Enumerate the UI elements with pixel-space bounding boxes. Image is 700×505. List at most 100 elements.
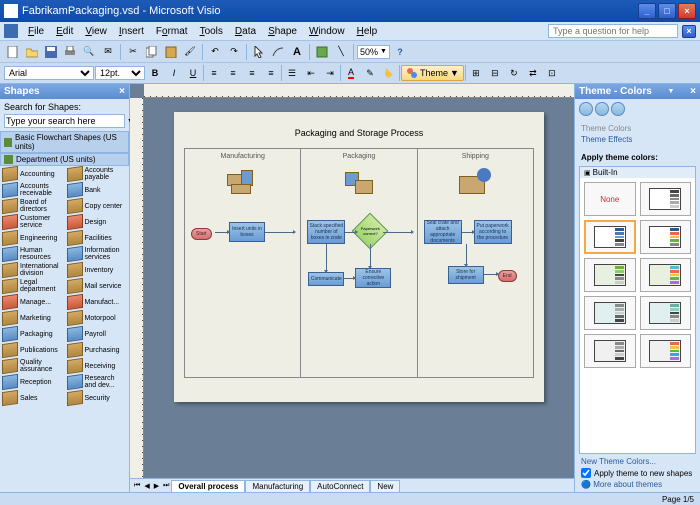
indent-less-icon[interactable]: ⇤ — [302, 64, 320, 82]
tab-first-icon[interactable]: ⏮ — [132, 482, 142, 490]
tab-last-icon[interactable]: ⏭ — [161, 482, 171, 490]
shape-master[interactable]: International division — [0, 262, 65, 278]
justify-icon[interactable]: ≡ — [262, 64, 280, 82]
shape-master[interactable]: Manufact... — [65, 294, 130, 310]
theme-swatch[interactable] — [640, 334, 692, 368]
menu-shape[interactable]: Shape — [262, 24, 303, 39]
new-theme-colors-link[interactable]: New Theme Colors... — [581, 457, 694, 466]
stencil-basic[interactable]: Basic Flowchart Shapes (US units) — [0, 131, 129, 153]
undo-icon[interactable]: ↶ — [206, 43, 224, 61]
theme-swatch[interactable] — [640, 296, 692, 330]
preview-icon[interactable]: 🔍 — [80, 43, 98, 61]
shape-master[interactable]: Manage... — [0, 294, 65, 310]
cut-icon[interactable]: ✂ — [124, 43, 142, 61]
shape-master[interactable]: Inventory — [65, 262, 130, 278]
shape-search-input[interactable] — [4, 114, 125, 128]
shape-master[interactable]: Purchasing — [65, 342, 130, 358]
shape-master[interactable]: Engineering — [0, 230, 65, 246]
theme-swatch[interactable] — [584, 334, 636, 368]
menu-format[interactable]: Format — [150, 24, 194, 39]
theme-fwd-icon[interactable] — [595, 102, 609, 116]
shapes-icon[interactable] — [313, 43, 331, 61]
drawing-page[interactable]: Packaging and Storage Process Manufactur… — [174, 112, 544, 402]
shape-master[interactable]: Reception — [0, 374, 65, 390]
menu-edit[interactable]: Edit — [50, 24, 79, 39]
shape-master[interactable]: Motorpool — [65, 310, 130, 326]
theme-swatch[interactable] — [640, 258, 692, 292]
theme-button[interactable]: Theme▼ — [401, 65, 464, 81]
minimize-button[interactable]: _ — [638, 3, 656, 19]
menu-window[interactable]: Window — [303, 24, 351, 39]
theme-swatch[interactable] — [640, 182, 692, 216]
shape-master[interactable]: Receiving — [65, 358, 130, 374]
process-box[interactable]: Stack specified number of boxes in crate — [307, 220, 345, 244]
theme-panel-close-icon[interactable]: × — [690, 86, 696, 97]
shape-master[interactable]: Publications — [0, 342, 65, 358]
menu-view[interactable]: View — [79, 24, 113, 39]
save-icon[interactable] — [42, 43, 60, 61]
line-color-icon[interactable]: ✎ — [361, 64, 379, 82]
process-box[interactable]: Put paperwork according to the procedure — [474, 220, 512, 244]
shape-master[interactable]: Research and dev... — [65, 374, 130, 390]
format-painter-icon[interactable]: 🖌 — [181, 43, 199, 61]
theme-swatch[interactable] — [584, 220, 636, 254]
shape-master[interactable]: Packaging — [0, 326, 65, 342]
shape-master[interactable]: Legal department — [0, 278, 65, 294]
indent-more-icon[interactable]: ⇥ — [321, 64, 339, 82]
maximize-button[interactable]: □ — [658, 3, 676, 19]
shape-master[interactable]: Accounts receivable — [0, 182, 65, 198]
shape-master[interactable]: Bank — [65, 182, 130, 198]
tab-new[interactable]: New — [370, 480, 400, 492]
align-center-icon[interactable]: ≡ — [224, 64, 242, 82]
paste-icon[interactable] — [162, 43, 180, 61]
more-themes-link[interactable]: 🔵 More about themes — [581, 480, 694, 489]
text-icon[interactable]: A — [288, 43, 306, 61]
menu-file[interactable]: File — [22, 24, 50, 39]
process-box[interactable]: Seal crate and attach appropriate docume… — [424, 220, 462, 244]
shape-master[interactable]: Accounts payable — [65, 166, 130, 182]
pointer-icon[interactable] — [250, 43, 268, 61]
email-icon[interactable]: ✉ — [99, 43, 117, 61]
redo-icon[interactable]: ↷ — [225, 43, 243, 61]
shape-master[interactable]: Information services — [65, 246, 130, 262]
menu-help[interactable]: Help — [351, 24, 548, 39]
tab-autoconnect[interactable]: AutoConnect — [310, 480, 370, 492]
decision-diamond[interactable]: Paperwork correct? — [357, 218, 383, 244]
shape-master[interactable]: Sales — [0, 390, 65, 406]
open-icon[interactable] — [23, 43, 41, 61]
font-color-icon[interactable]: A — [342, 64, 360, 82]
fill-color-icon[interactable] — [380, 64, 398, 82]
line-icon[interactable]: ╲ — [332, 43, 350, 61]
align-left-icon[interactable]: ≡ — [205, 64, 223, 82]
shape-master[interactable]: Copy center — [65, 198, 130, 214]
theme-dropdown-icon[interactable]: ▼ — [668, 88, 675, 95]
theme-swatch[interactable] — [640, 220, 692, 254]
theme-swatch[interactable] — [584, 296, 636, 330]
tab-manufacturing[interactable]: Manufacturing — [245, 480, 310, 492]
align-right-icon[interactable]: ≡ — [243, 64, 261, 82]
doc-close-button[interactable]: × — [682, 25, 696, 38]
underline-icon[interactable]: U — [184, 64, 202, 82]
shape-master[interactable]: Payroll — [65, 326, 130, 342]
process-box[interactable]: Ensure corrective action — [355, 268, 391, 288]
theme-back-icon[interactable] — [579, 102, 593, 116]
tab-overall[interactable]: Overall process — [171, 480, 245, 492]
tab-prev-icon[interactable]: ◀ — [142, 482, 151, 490]
canvas[interactable]: Packaging and Storage Process Manufactur… — [130, 98, 574, 478]
zoom-combo[interactable]: 50%▼ — [357, 45, 390, 59]
help-search-input[interactable] — [548, 24, 678, 38]
start-terminator[interactable]: Start — [191, 228, 212, 240]
close-button[interactable]: × — [678, 3, 696, 19]
print-icon[interactable] — [61, 43, 79, 61]
new-icon[interactable] — [4, 43, 22, 61]
stencil-department[interactable]: Department (US units) — [0, 153, 129, 166]
menu-data[interactable]: Data — [229, 24, 262, 39]
apply-to-new-checkbox[interactable]: Apply theme to new shapes — [581, 468, 694, 478]
align-shapes-icon[interactable]: ⊞ — [467, 64, 485, 82]
rotate-icon[interactable]: ↻ — [505, 64, 523, 82]
shape-master[interactable]: Human resources — [0, 246, 65, 262]
shape-master[interactable]: Mail service — [65, 278, 130, 294]
theme-effects-link[interactable]: Theme Effects — [581, 134, 694, 145]
tab-next-icon[interactable]: ▶ — [152, 482, 161, 490]
shape-master[interactable]: Security — [65, 390, 130, 406]
